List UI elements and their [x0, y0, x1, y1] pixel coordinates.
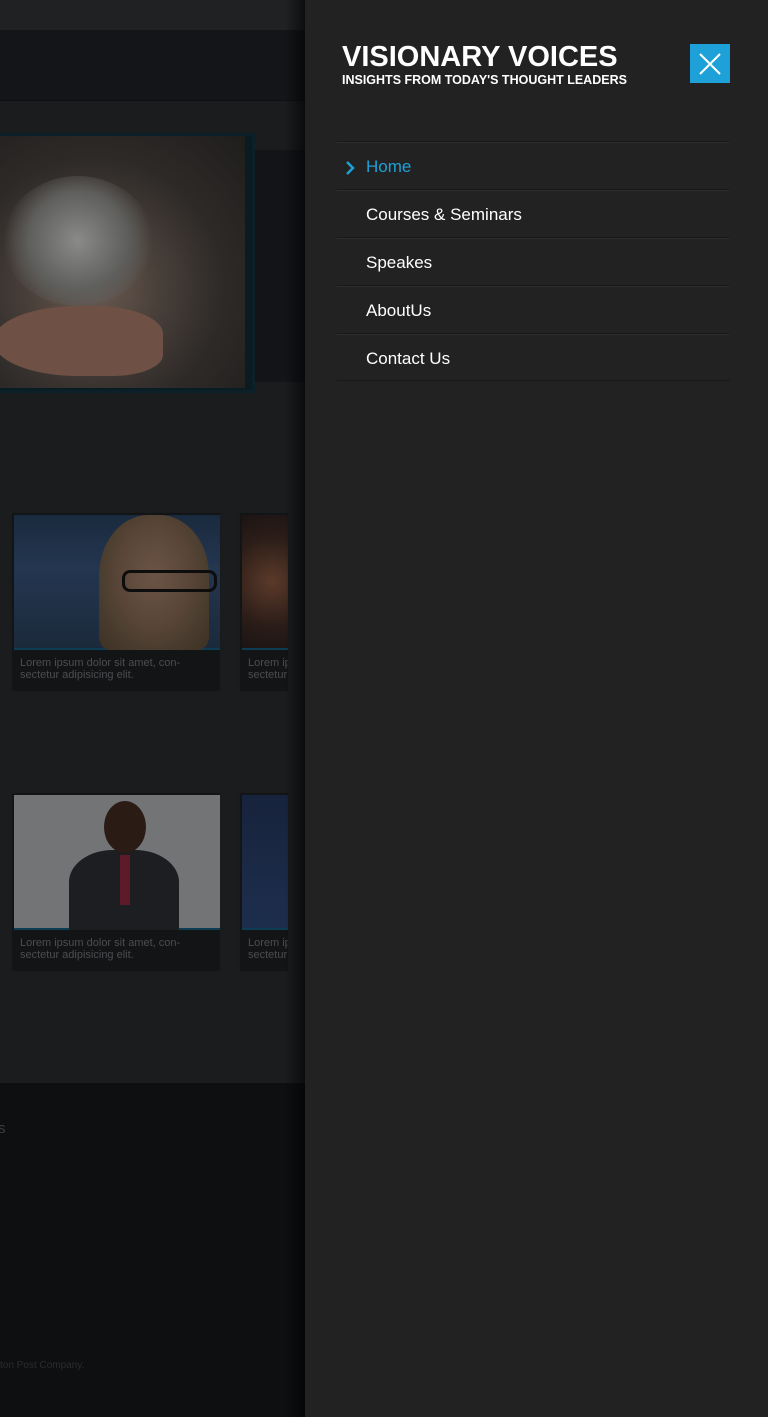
top-strip: [0, 0, 305, 30]
card-caption: Lorem ipsum dolor sit amet, con- sectetu…: [248, 657, 288, 681]
nav-item-label: AboutUs: [366, 301, 432, 320]
side-menu-panel: VISIONARY VOICES INSIGHTS FROM TODAY'S T…: [305, 0, 768, 1417]
speaker-card[interactable]: Lorem ipsum dolor sit amet, con- sectetu…: [10, 511, 222, 693]
close-menu-button[interactable]: [690, 44, 730, 83]
logo-tagline: INSIGHTS FROM TODAY'S THOUGHT LEADERS: [342, 73, 627, 87]
card-caption: Lorem ipsum dolor sit amet, con- sectetu…: [20, 657, 181, 681]
header-divider: [0, 100, 305, 101]
card-caption: Lorem ipsum dolor sit amet, con- sectetu…: [248, 937, 288, 961]
nav-item-label: Speakes: [366, 253, 433, 272]
speaker-photo: [242, 795, 288, 930]
speaker-card[interactable]: Lorem ipsum dolor sit amet, con- sectetu…: [10, 791, 222, 973]
main-nav: Home Courses & Seminars Speakes AboutUs …: [337, 141, 730, 381]
site-logo[interactable]: VISIONARY VOICES INSIGHTS FROM TODAY'S T…: [342, 42, 627, 87]
nav-item-label: Courses & Seminars: [366, 205, 522, 224]
speaker-tie: [120, 855, 130, 905]
background-page: Lorem ipsum dolor sit amet, con- sectetu…: [0, 0, 305, 1417]
speaker-photo: [14, 515, 220, 650]
speaker-card[interactable]: Lorem ipsum dolor sit amet, con- sectetu…: [238, 511, 290, 693]
nav-item-about-us[interactable]: AboutUs: [337, 285, 730, 333]
nav-item-label: Contact Us: [366, 349, 451, 368]
panel-shadow: [285, 0, 305, 1417]
logo-title: VISIONARY VOICES: [342, 41, 618, 73]
site-header-bar: [0, 30, 305, 100]
card-caption: Lorem ipsum dolor sit amet, con- sectetu…: [20, 937, 181, 961]
speaker-photo: [242, 515, 288, 650]
hero-image: [0, 136, 245, 388]
nav-item-home[interactable]: Home: [337, 141, 730, 189]
nav-item-contact-us[interactable]: Contact Us: [337, 333, 730, 381]
nav-item-label: Home: [366, 157, 412, 176]
cloud-graphic: [3, 176, 153, 306]
nav-item-speakers[interactable]: Speakes: [337, 237, 730, 285]
nav-item-courses-seminars[interactable]: Courses & Seminars: [337, 189, 730, 237]
hand-graphic: [0, 306, 163, 376]
glasses-shape: [122, 570, 217, 592]
speaker-card[interactable]: Lorem ipsum dolor sit amet, con- sectetu…: [238, 791, 290, 973]
hero-slide[interactable]: [0, 133, 255, 393]
footer-fragment: s: [0, 1120, 6, 1137]
footer-copyright: ton Post Company.: [0, 1360, 85, 1371]
chevron-right-icon: [345, 161, 355, 180]
speaker-head: [104, 801, 146, 853]
speaker-photo: [14, 795, 220, 930]
